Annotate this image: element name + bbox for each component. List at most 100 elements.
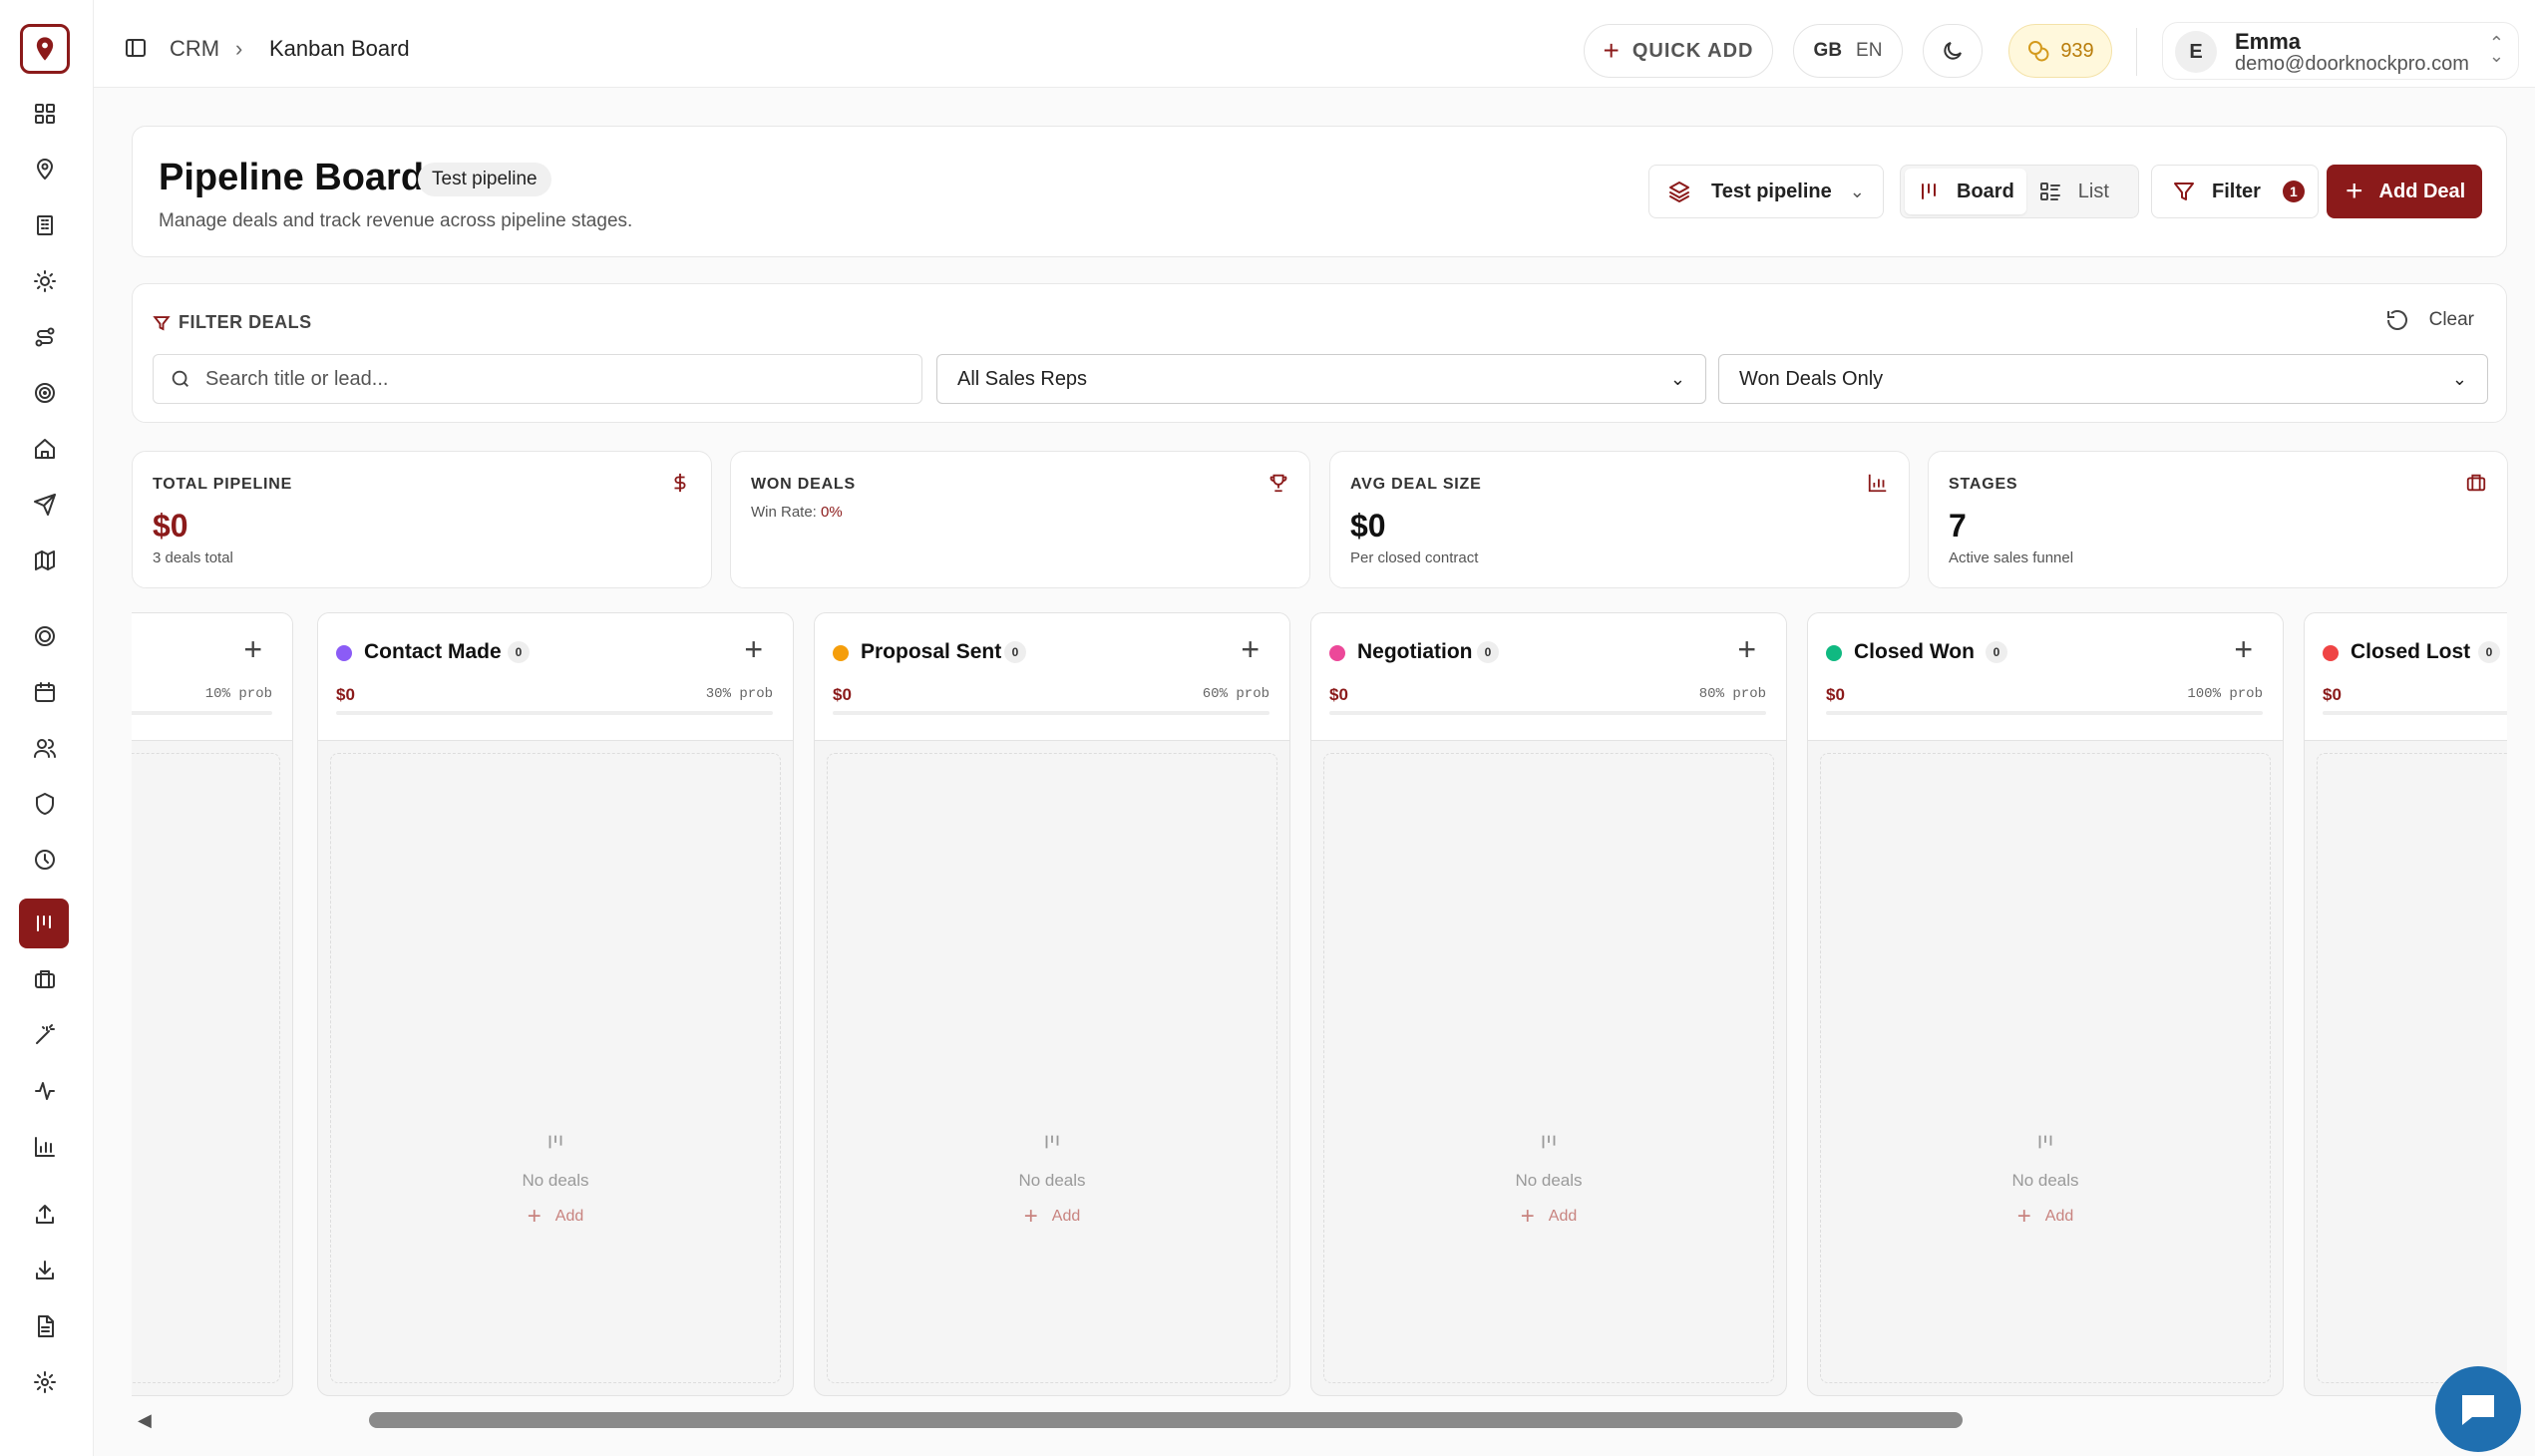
empty-add-button[interactable]: + Add	[828, 1203, 1276, 1231]
add-to-column-button[interactable]: +	[744, 631, 763, 668]
deal-status-select[interactable]: Won Deals Only ⌄	[1718, 354, 2488, 404]
kanban-column: + 10% prob	[132, 612, 293, 1396]
column-dropzone[interactable]: No deals + Add	[330, 753, 781, 1383]
topbar: CRM › Kanban Board + QUICK ADD GB EN 939…	[94, 0, 2535, 88]
theme-toggle-button[interactable]	[1923, 24, 1983, 78]
sidebar-toggle-icon[interactable]	[124, 36, 148, 60]
column-count-badge: 0	[1004, 641, 1026, 663]
route-icon[interactable]	[27, 319, 63, 355]
home-icon[interactable]	[27, 431, 63, 467]
stat-total-pipeline: TOTAL PIPELINE $0 3 deals total	[132, 451, 712, 588]
upload-icon[interactable]	[27, 1197, 63, 1233]
map-icon[interactable]	[27, 543, 63, 578]
view-list-label: List	[2077, 180, 2109, 202]
app-logo[interactable]	[20, 24, 70, 74]
column-header: Closed Lost 0 $0	[2305, 613, 2507, 741]
quick-add-label: QUICK ADD	[1631, 39, 1754, 62]
page-title: Pipeline Board	[159, 157, 425, 198]
add-to-column-button[interactable]: +	[2234, 631, 2253, 668]
stat-sub: Active sales funnel	[1949, 549, 2074, 566]
breadcrumb-crm[interactable]: CRM	[170, 36, 219, 62]
scrollbar-thumb[interactable]	[369, 1412, 1963, 1428]
clock-icon[interactable]	[27, 842, 63, 878]
add-deal-button[interactable]: + Add Deal	[2327, 165, 2482, 218]
filter-panel: FILTER DEALS Clear All Sales Reps ⌄ Won …	[132, 283, 2507, 423]
briefcase-icon[interactable]	[27, 961, 63, 997]
add-to-column-button[interactable]: +	[243, 631, 262, 668]
crosshair-icon[interactable]	[27, 618, 63, 654]
kanban-column: Closed Won 0 + $0 100% prob No deals + Ad…	[1807, 612, 2284, 1396]
empty-add-button[interactable]: + Add	[1821, 1203, 2270, 1231]
filter-label: Filter	[2212, 180, 2261, 202]
view-board-button[interactable]: Board	[1905, 169, 2026, 214]
briefcase-icon	[2465, 472, 2487, 494]
column-header: Contact Made 0 + $0 30% prob	[318, 613, 793, 741]
kanban-icon	[2034, 1131, 2056, 1158]
file-text-icon[interactable]	[27, 1308, 63, 1344]
empty-text: No deals	[522, 1171, 589, 1190]
deal-status-value: Won Deals Only	[1739, 367, 1884, 390]
quick-add-button[interactable]: + QUICK ADD	[1584, 24, 1773, 78]
column-dropzone[interactable]	[132, 753, 280, 1383]
settings-icon[interactable]	[27, 1364, 63, 1400]
column-title: Negotiation	[1357, 640, 1473, 663]
shield-icon[interactable]	[27, 786, 63, 822]
map-pin-icon[interactable]	[27, 152, 63, 187]
scroll-left-arrow-icon[interactable]: ◀	[138, 1410, 152, 1431]
empty-text: No deals	[1515, 1171, 1583, 1190]
filter-icon	[153, 315, 171, 331]
add-label: Add	[1548, 1208, 1578, 1225]
view-list-button[interactable]: List	[2026, 169, 2121, 214]
activity-icon[interactable]	[27, 1073, 63, 1109]
send-icon[interactable]	[27, 487, 63, 523]
plus-icon: +	[1603, 35, 1621, 66]
avatar: E	[2175, 31, 2217, 73]
filter-button[interactable]: Filter 1	[2151, 165, 2319, 218]
pipeline-select[interactable]: Test pipeline ⌄	[1648, 165, 1884, 218]
filter-title-label: FILTER DEALS	[179, 312, 312, 332]
user-menu[interactable]: E Emma demo@doorknockpro.com ⌃ ⌄	[2162, 22, 2519, 80]
search-input[interactable]	[205, 367, 904, 391]
users-icon[interactable]	[27, 730, 63, 766]
column-dropzone[interactable]	[2317, 753, 2507, 1383]
kanban-icon[interactable]	[19, 899, 69, 948]
sales-rep-select[interactable]: All Sales Reps ⌄	[936, 354, 1706, 404]
clear-filters-button[interactable]: Clear	[2385, 308, 2474, 332]
bar-chart-icon[interactable]	[27, 1129, 63, 1165]
column-title: Contact Made	[364, 640, 502, 663]
search-field[interactable]	[153, 354, 922, 404]
stat-label: AVG DEAL SIZE	[1350, 476, 1482, 493]
layers-icon	[1669, 182, 1689, 202]
add-to-column-button[interactable]: +	[1241, 631, 1260, 668]
empty-add-button[interactable]: + Add	[331, 1203, 780, 1231]
stat-stages: STAGES 7 Active sales funnel	[1928, 451, 2508, 588]
add-label: Add	[554, 1208, 584, 1225]
divider	[2136, 28, 2137, 76]
empty-text: No deals	[2011, 1171, 2079, 1190]
column-progress	[1329, 711, 1766, 715]
column-dropzone[interactable]: No deals + Add	[1820, 753, 2271, 1383]
magic-wand-icon[interactable]	[27, 1017, 63, 1053]
target-icon[interactable]	[27, 375, 63, 411]
credits-badge[interactable]: 939	[2008, 24, 2112, 78]
column-probability: 10% prob	[204, 686, 272, 702]
plus-icon: +	[527, 1203, 542, 1230]
column-dropzone[interactable]: No deals + Add	[827, 753, 1277, 1383]
column-header: Proposal Sent 0 + $0 60% prob	[815, 613, 1289, 741]
dashboard-icon[interactable]	[27, 96, 63, 132]
plus-icon: +	[1520, 1203, 1535, 1230]
calendar-icon[interactable]	[27, 674, 63, 710]
clear-label: Clear	[2428, 309, 2474, 330]
chat-widget-button[interactable]	[2435, 1366, 2521, 1452]
sun-icon[interactable]	[27, 263, 63, 299]
plus-icon: +	[2346, 175, 2363, 207]
building-icon[interactable]	[27, 207, 63, 243]
language-selector[interactable]: GB EN	[1793, 24, 1903, 78]
sidebar	[0, 0, 94, 1456]
column-dropzone[interactable]: No deals + Add	[1323, 753, 1774, 1383]
user-email: demo@doorknockpro.com	[2235, 53, 2469, 75]
empty-add-button[interactable]: + Add	[1324, 1203, 1773, 1231]
download-icon[interactable]	[27, 1253, 63, 1288]
board-scrollbar[interactable]: ◀	[132, 1406, 2507, 1436]
add-to-column-button[interactable]: +	[1737, 631, 1756, 668]
